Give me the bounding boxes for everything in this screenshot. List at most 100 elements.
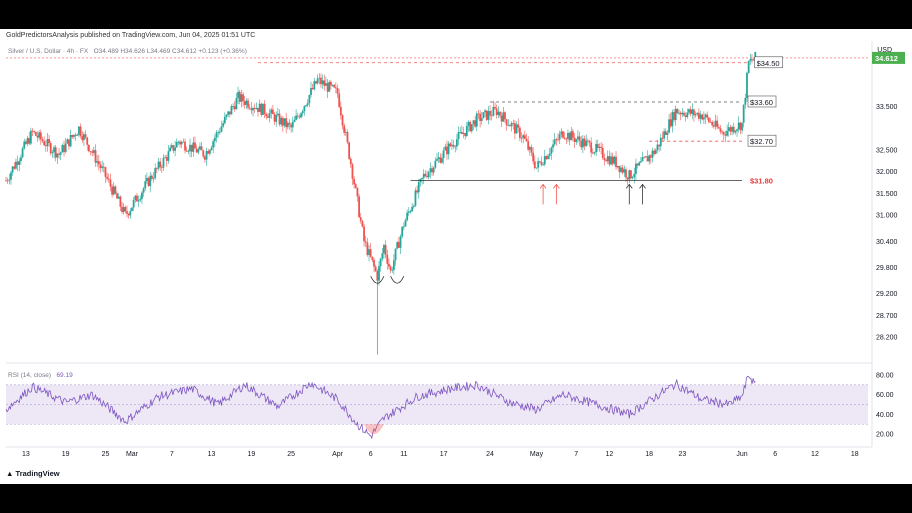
candle-body xyxy=(300,113,302,118)
candle-body xyxy=(167,151,170,161)
candle-body xyxy=(676,108,679,114)
candle-body xyxy=(343,125,346,133)
candle-body xyxy=(480,118,483,121)
candle-body xyxy=(694,114,697,116)
candle-body xyxy=(97,161,100,165)
candle-body xyxy=(475,113,478,127)
candle-body xyxy=(552,144,554,148)
candle-body xyxy=(736,129,738,131)
candle-body xyxy=(674,108,677,121)
candle-body xyxy=(46,139,49,147)
candle-body xyxy=(26,138,29,144)
candle-body xyxy=(664,131,667,136)
candle-body xyxy=(36,135,39,138)
candle-body xyxy=(218,131,221,133)
y-tick-label: 28.200 xyxy=(876,335,898,342)
candle-body xyxy=(669,119,672,127)
y-tick-label: 30.400 xyxy=(876,239,898,246)
candle-body xyxy=(457,132,460,140)
candle-body xyxy=(325,83,327,86)
candle-body xyxy=(689,109,692,114)
candle-body xyxy=(746,72,748,98)
candle-body xyxy=(119,196,122,207)
candle-body xyxy=(598,146,601,148)
symbol-name: Silver / U.S. Dollar · 4h · FX xyxy=(8,48,89,55)
candle-body xyxy=(505,119,508,126)
candle-body xyxy=(28,138,31,144)
rsi-tick-label: 80.00 xyxy=(876,372,894,379)
candle-body xyxy=(442,150,445,159)
candle-body xyxy=(701,114,704,120)
candle-body xyxy=(127,213,130,216)
candle-body xyxy=(10,172,12,180)
x-tick-label: Jun xyxy=(736,451,747,458)
candle-body xyxy=(512,123,515,125)
candle-body xyxy=(613,156,616,164)
candle-body xyxy=(510,123,513,127)
candle-body xyxy=(366,242,369,255)
candle-body xyxy=(646,156,649,162)
candle-body xyxy=(111,186,113,195)
candle-body xyxy=(212,141,215,148)
x-tick-label: 19 xyxy=(247,451,255,458)
candle-body xyxy=(290,124,293,128)
candle-body xyxy=(560,131,563,135)
candle-body xyxy=(601,147,604,159)
candle-body xyxy=(547,155,549,160)
candle-body xyxy=(20,157,22,162)
rsi-value: 69.19 xyxy=(56,372,73,379)
candle-body xyxy=(484,110,486,113)
candle-body xyxy=(238,91,241,102)
y-tick-label: 31.000 xyxy=(876,213,898,220)
candle-body xyxy=(504,112,506,120)
x-tick-label: 6 xyxy=(773,451,777,458)
level-label-2: $32.70 xyxy=(750,137,773,146)
candle-body xyxy=(33,131,36,133)
candle-body xyxy=(91,151,94,153)
brand-name: TradingView xyxy=(15,469,60,478)
candle-body xyxy=(409,211,412,213)
candle-body xyxy=(190,144,193,152)
candle-body xyxy=(474,120,477,127)
candle-body xyxy=(134,195,137,201)
level-label-0: $34.50 xyxy=(757,59,780,68)
candle-body xyxy=(621,167,624,173)
candle-body xyxy=(260,103,263,115)
candle-body xyxy=(320,77,322,85)
candle-body xyxy=(195,148,198,153)
candle-body xyxy=(517,124,520,128)
candle-body xyxy=(608,156,611,165)
candle-body xyxy=(550,147,553,154)
candle-body xyxy=(649,155,652,158)
candle-body xyxy=(84,134,87,138)
candle-body xyxy=(223,116,226,124)
candle-body xyxy=(388,263,390,267)
candle-body xyxy=(104,167,107,177)
candle-body xyxy=(240,94,243,102)
candle-body xyxy=(49,143,52,154)
bottom-arc-icon xyxy=(390,276,405,284)
candle-body xyxy=(449,143,452,147)
candle-body xyxy=(527,141,530,150)
candle-body xyxy=(243,101,246,105)
price-chart[interactable]: 33.500 32.500 32.000 31.500 31.000 30.400 29.8… xyxy=(0,29,912,484)
candle-body xyxy=(479,113,481,121)
candle-body xyxy=(301,111,304,114)
candle-body xyxy=(451,144,453,147)
candle-body xyxy=(623,169,626,173)
tradingview-logo: ▲ TradingView xyxy=(6,469,60,478)
candle-body xyxy=(316,78,319,84)
candle-body xyxy=(263,103,266,115)
candle-body xyxy=(691,109,694,114)
candle-body xyxy=(228,111,231,115)
candle-body xyxy=(351,164,354,179)
candle-body xyxy=(744,97,747,105)
candle-body xyxy=(331,84,334,86)
candle-body xyxy=(462,132,465,134)
candle-body xyxy=(78,126,80,135)
candle-body xyxy=(306,103,309,106)
candle-body xyxy=(717,127,720,129)
candle-body xyxy=(464,132,467,137)
candle-body xyxy=(615,156,617,168)
candle-body xyxy=(41,139,44,142)
